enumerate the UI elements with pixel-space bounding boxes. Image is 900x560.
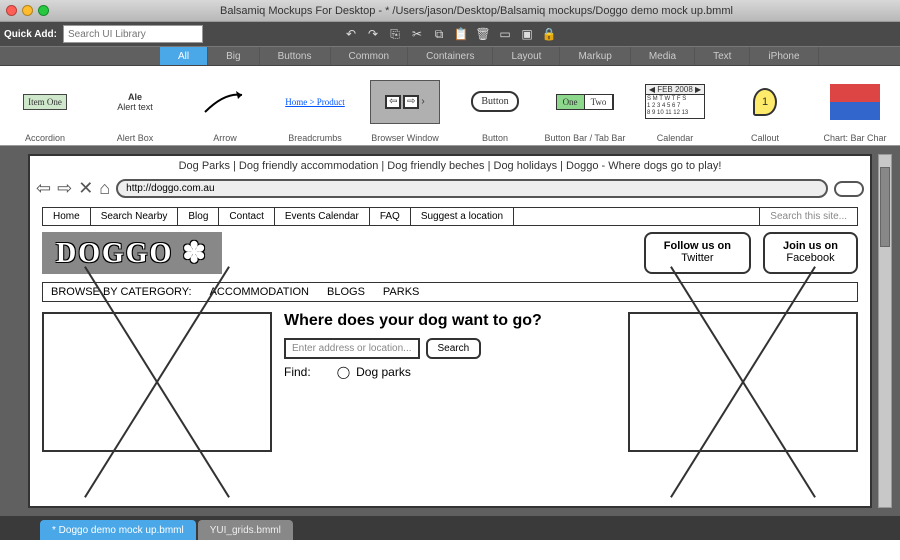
category-tabs: All Big Buttons Common Containers Layout… — [0, 46, 900, 66]
delete-icon[interactable]: 🗑 — [474, 25, 492, 43]
group-icon[interactable]: ▭ — [496, 25, 514, 43]
tab-layout[interactable]: Layout — [493, 47, 560, 65]
redo-icon[interactable]: ↷ — [364, 25, 382, 43]
headline: Where does your dog want to go? — [284, 312, 616, 330]
file-tab-doggo[interactable]: * Doggo demo mock up.bmml — [40, 520, 196, 540]
find-option-dog-parks[interactable]: Dog parks — [356, 365, 411, 379]
image-placeholder-right — [628, 312, 858, 452]
ungroup-icon[interactable]: ▣ — [518, 25, 536, 43]
home-icon[interactable]: ⌂ — [99, 178, 110, 199]
undo-icon[interactable]: ↶ — [342, 25, 360, 43]
lib-browser-window[interactable]: ⇦⇨› Browser Window — [360, 66, 450, 145]
tab-iphone[interactable]: iPhone — [750, 47, 818, 65]
copy-icon[interactable]: ⧉ — [430, 25, 448, 43]
window-titlebar: Balsamiq Mockups For Desktop - * /Users/… — [0, 0, 900, 22]
follow-twitter-box[interactable]: Follow us onTwitter — [644, 232, 751, 274]
duplicate-icon[interactable]: ⎘ — [386, 25, 404, 43]
mock-browser-toolbar: ⇦ ⇨ ✕ ⌂ http://doggo.com.au — [30, 176, 870, 201]
paste-icon[interactable]: 📋 — [452, 25, 470, 43]
close-icon[interactable] — [6, 5, 17, 16]
lib-calendar[interactable]: ◀ FEB 2008 ▶S M T W T F S1 2 3 4 5 6 78 … — [630, 66, 720, 145]
nav-blog[interactable]: Blog — [178, 208, 219, 225]
mockup-canvas[interactable]: Dog Parks | Dog friendly accommodation |… — [28, 154, 872, 508]
lib-button-bar[interactable]: OneTwo Button Bar / Tab Bar — [540, 66, 630, 145]
mock-tagline: Dog Parks | Dog friendly accommodation |… — [30, 156, 870, 176]
traffic-lights — [6, 5, 49, 16]
ui-library: Item One Accordion AleAlert text Alert B… — [0, 66, 900, 146]
vertical-scrollbar[interactable] — [878, 154, 892, 508]
search-button[interactable]: Search — [426, 338, 482, 359]
middle-column: Where does your dog want to go? Enter ad… — [284, 312, 616, 452]
mock-search-oval[interactable] — [834, 181, 864, 197]
tab-common[interactable]: Common — [331, 47, 409, 65]
browse-category-bar: BROWSE BY CATERGORY: ACCOMMODATION BLOGS… — [42, 282, 858, 302]
tab-containers[interactable]: Containers — [408, 47, 493, 65]
browse-label: BROWSE BY CATERGORY: — [51, 286, 192, 298]
back-icon[interactable]: ⇦ — [36, 178, 51, 199]
doggo-logo: DOGGO ✽ — [42, 232, 222, 274]
mock-main-nav: Home Search Nearby Blog Contact Events C… — [42, 207, 858, 226]
file-tabs-bar: * Doggo demo mock up.bmml YUI_grids.bmml — [0, 516, 900, 540]
find-label: Find: — [284, 365, 311, 379]
zoom-icon[interactable] — [38, 5, 49, 16]
canvas-area: Dog Parks | Dog friendly accommodation |… — [0, 146, 900, 516]
tab-all[interactable]: All — [160, 47, 208, 65]
stop-icon[interactable]: ✕ — [78, 178, 93, 199]
tab-markup[interactable]: Markup — [560, 47, 630, 65]
address-input[interactable]: Enter address or location... — [284, 338, 420, 359]
cat-accommodation[interactable]: ACCOMMODATION — [210, 286, 309, 298]
image-placeholder-left — [42, 312, 272, 452]
join-facebook-box[interactable]: Join us onFacebook — [763, 232, 858, 274]
lib-arrow[interactable]: Arrow — [180, 66, 270, 145]
lib-alert-box[interactable]: AleAlert text Alert Box — [90, 66, 180, 145]
cat-blogs[interactable]: BLOGS — [327, 286, 365, 298]
tab-text[interactable]: Text — [695, 47, 750, 65]
forward-icon[interactable]: ⇨ — [57, 178, 72, 199]
lib-chart-bar[interactable]: Chart: Bar Char — [810, 66, 900, 145]
nav-suggest[interactable]: Suggest a location — [411, 208, 514, 225]
search-ui-library-input[interactable] — [63, 25, 203, 43]
arrow-icon — [200, 87, 250, 117]
nav-contact[interactable]: Contact — [219, 208, 274, 225]
window-title: Balsamiq Mockups For Desktop - * /Users/… — [59, 5, 894, 17]
cat-parks[interactable]: PARKS — [383, 286, 419, 298]
file-tab-yui[interactable]: YUI_grids.bmml — [198, 520, 293, 540]
minimize-icon[interactable] — [22, 5, 33, 16]
site-search-input[interactable]: Search this site... — [759, 208, 857, 225]
nav-events[interactable]: Events Calendar — [275, 208, 370, 225]
lib-accordion[interactable]: Item One Accordion — [0, 66, 90, 145]
lib-breadcrumbs[interactable]: Home > Product Breadcrumbs — [270, 66, 360, 145]
quick-add-label: Quick Add: — [4, 29, 57, 40]
lock-icon[interactable]: 🔒 — [540, 25, 558, 43]
tab-media[interactable]: Media — [631, 47, 695, 65]
quick-add-bar: Quick Add: ↶ ↷ ⎘ ✂ ⧉ 📋 🗑 ▭ ▣ 🔒 — [0, 22, 900, 46]
scrollbar-thumb[interactable] — [880, 167, 890, 247]
tab-buttons[interactable]: Buttons — [260, 47, 331, 65]
cut-icon[interactable]: ✂ — [408, 25, 426, 43]
nav-faq[interactable]: FAQ — [370, 208, 411, 225]
mock-url-bar[interactable]: http://doggo.com.au — [116, 179, 828, 198]
nav-home[interactable]: Home — [43, 208, 91, 225]
lib-button[interactable]: Button Button — [450, 66, 540, 145]
lib-callout[interactable]: 1 Callout — [720, 66, 810, 145]
nav-search-nearby[interactable]: Search Nearby — [91, 208, 179, 225]
toolbar-icons: ↶ ↷ ⎘ ✂ ⧉ 📋 🗑 ▭ ▣ 🔒 — [342, 25, 558, 43]
tab-big[interactable]: Big — [208, 47, 259, 65]
